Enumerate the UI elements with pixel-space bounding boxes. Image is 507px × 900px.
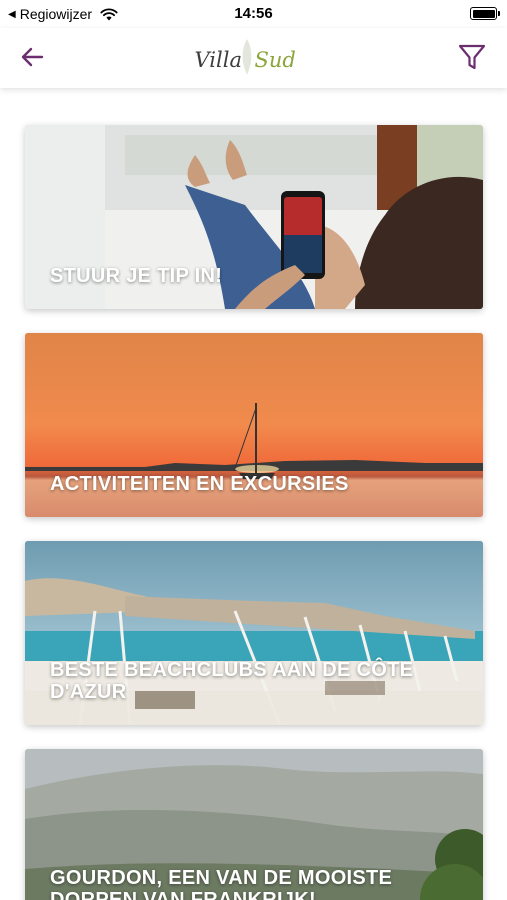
card-gourdon[interactable]: GOURDON, EEN VAN DE MOOISTE DORPEN VAN F… [25,749,483,900]
card-activities[interactable]: ACTIVITEITEN EN EXCURSIES [25,333,483,517]
filter-button[interactable] [457,42,487,72]
card-gourdon-title: GOURDON, EEN VAN DE MOOISTE DORPEN VAN F… [50,867,393,900]
back-arrow-icon [21,47,44,67]
card-beachclubs[interactable]: BESTE BEACHCLUBS AAN DE CÔTE D'AZUR [25,541,483,725]
app-screen: ◀ Regiowijzer 14:56 Villa Sud STUUR JE T… [0,0,507,900]
status-bar: ◀ Regiowijzer 14:56 [0,0,507,28]
card-tip[interactable]: STUUR JE TIP IN! [25,125,483,309]
back-button[interactable] [18,42,48,72]
content-feed: STUUR JE TIP IN! ACTIVITEITEN EN EXCURSI… [0,88,507,900]
card-beachclubs-title: BESTE BEACHCLUBS AAN DE CÔTE D'AZUR [50,659,414,703]
card-activities-title: ACTIVITEITEN EN EXCURSIES [50,473,349,495]
logo-text-sud: Sud [254,48,296,72]
card-tip-title: STUUR JE TIP IN! [50,265,223,287]
filter-icon [458,44,486,70]
navigation-bar: Villa Sud [0,28,507,88]
battery-icon [470,7,500,20]
villa-sud-logo: Villa Sud [189,36,319,80]
status-time: 14:56 [234,5,273,22]
logo-text-villa: Villa [194,48,242,72]
